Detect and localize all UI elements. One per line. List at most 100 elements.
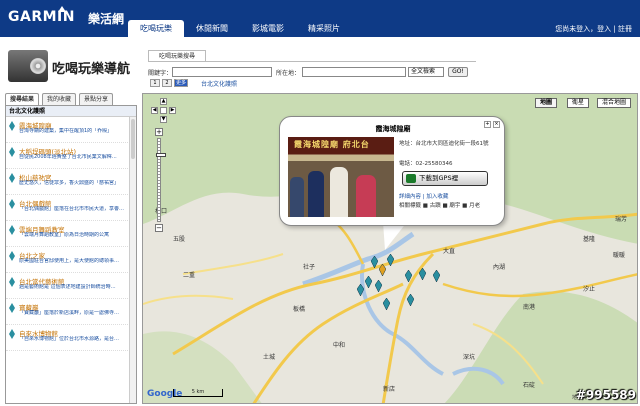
list-item[interactable]: 自來水博物館 「自來水博物館」位於台北市水源路，是台…	[6, 325, 136, 351]
map-marker-icon[interactable]	[365, 276, 372, 288]
map-label: 石碇	[523, 382, 536, 389]
map-pin-icon	[9, 199, 15, 209]
map-pin-icon	[9, 329, 15, 339]
disc-icon	[30, 58, 46, 74]
sidebar-scrollbar[interactable]	[129, 117, 136, 403]
maptype-hybrid-button[interactable]: 混合地圖	[597, 98, 632, 108]
nav-photos[interactable]: 精采照片	[296, 20, 352, 37]
map-marker-icon[interactable]	[371, 256, 378, 268]
map-marker-icon[interactable]	[357, 284, 364, 296]
list-item[interactable]: 台北當代藝術館 過是藝術館是 這個表述地建設計師統治時…	[6, 273, 136, 299]
item-desc: 原美國駐台官邸使用上，是大使館的總領事…	[19, 258, 120, 264]
login-link[interactable]: 您尚未登入，登入 | 註冊	[555, 24, 632, 34]
item-desc: 「寶藏巖」座落於新店溪畔，原是一處佛寺…	[19, 310, 120, 316]
list-item[interactable]: 雲端月舞蹈教室 「雲端月舞蹈教室」原為日治時期的公寓	[6, 221, 136, 247]
zoom-in-icon[interactable]: +	[155, 128, 163, 136]
highway	[252, 282, 404, 403]
pan-center-icon[interactable]	[160, 107, 167, 114]
map-marker-icon[interactable]	[407, 294, 414, 306]
item-desc: 「台北偶戲館」座落在台北市市民大道，享譽…	[19, 206, 124, 212]
culture-passport-link[interactable]: 台北文化護照	[201, 79, 237, 88]
item-desc: 歷史悠久，信徒眾多，香火鼎盛的「慈祐宮」	[19, 180, 120, 186]
keyword-label: 關鍵字：	[148, 70, 173, 77]
map-label: 中和	[333, 342, 346, 349]
results-sidebar: 台北文化護照 霞海城隍廟 台灣寺廟的建築，集中在醒頂1的「乔殿」 大稻埕碼頭(淡…	[5, 105, 137, 404]
zoom-btn-1[interactable]: 1	[150, 79, 160, 87]
detail-favorite-links[interactable]: 詳細內容 | 加入收藏	[399, 192, 448, 200]
pan-control: ▲ ◀ ▶ ▼	[151, 98, 177, 124]
person-shape	[330, 167, 348, 217]
list-item[interactable]: 大稻埕碼頭(淡北站) 自從民2008年經費整了台北市民業文解釋…	[6, 143, 136, 169]
map-marker-icon[interactable]	[387, 254, 394, 266]
map-label: 板橋	[293, 306, 306, 313]
nav-eat-drink-play[interactable]: 吃喝玩樂	[128, 20, 184, 37]
related-tags[interactable]: 相關標籤 ■ 古蹟 ■ 廟宇 ■ 月老	[399, 201, 503, 209]
download-label: 下載到GPS裡	[419, 174, 459, 182]
map-marker-icon[interactable]	[383, 298, 390, 310]
close-icon[interactable]: ×	[493, 121, 500, 128]
map-marker-icon[interactable]	[419, 268, 426, 280]
map-label: 瑞芳	[615, 216, 628, 223]
map-pin-icon	[9, 277, 15, 287]
tab-search-results[interactable]: 搜尋結果	[5, 93, 40, 105]
category-select[interactable]: 全文檢索	[408, 67, 444, 77]
map-label: 新店	[383, 386, 396, 393]
map-canvas[interactable]: 二重 五股 林口 社子 大直 內湖 南港 板橋 中和 新店 汐止 土城 深坑 石…	[142, 93, 638, 404]
result-zoom-controls: 1 2 更多	[150, 79, 188, 87]
infowindow-tail	[383, 222, 407, 250]
map-pin-icon	[9, 225, 15, 235]
map-marker-icon[interactable]	[375, 280, 382, 292]
scroll-thumb[interactable]	[131, 119, 135, 159]
map-label: 社子	[303, 264, 316, 271]
map-marker-icon[interactable]	[433, 270, 440, 282]
zoom-btn-more[interactable]: 更多	[174, 79, 188, 87]
person-shape	[308, 171, 324, 217]
item-desc: 「雲端月舞蹈教室」原為日治時期的公寓	[19, 232, 110, 238]
maptype-satellite-button[interactable]: 衛星	[567, 98, 590, 108]
road	[182, 253, 284, 275]
image-watermark: #995589	[575, 388, 636, 402]
zoom-out-icon[interactable]: −	[155, 224, 163, 232]
map-label: 深坑	[463, 354, 476, 361]
list-item[interactable]: 霞海城隍廟 台灣寺廟的建築，集中在醒頂1的「乔殿」	[6, 117, 136, 143]
road	[143, 294, 234, 305]
site-name: 樂活網	[88, 12, 125, 26]
main-nav: 吃喝玩樂 休閒新聞 影城電影 精采照片	[128, 20, 352, 37]
location-input[interactable]	[302, 67, 406, 77]
zoom-btn-2[interactable]: 2	[162, 79, 172, 87]
map-pin-icon	[9, 147, 15, 157]
map-pin-icon	[9, 303, 15, 313]
pan-left-icon[interactable]: ◀	[151, 107, 158, 114]
keyword-input[interactable]	[172, 67, 272, 77]
gps-device-icon	[406, 174, 416, 183]
pan-up-icon[interactable]: ▲	[160, 98, 167, 105]
scale-bar: 5 km	[173, 389, 223, 397]
pan-right-icon[interactable]: ▶	[169, 107, 176, 114]
map-label: 汐止	[583, 286, 596, 293]
map-marker-icon[interactable]	[405, 270, 412, 282]
map-label: 南港	[523, 304, 536, 311]
zoom-track[interactable]	[156, 138, 166, 222]
list-item[interactable]: 台北偶戲館 「台北偶戲館」座落在台北市市民大道，享譽…	[6, 195, 136, 221]
zoom-thumb[interactable]	[156, 153, 166, 157]
zoom-control: + −	[155, 128, 166, 232]
list-item[interactable]: 台北之家 原美國駐台官邸使用上，是大使館的總領事…	[6, 247, 136, 273]
maximize-icon[interactable]: +	[484, 121, 491, 128]
list-item[interactable]: 寶藏巖 「寶藏巖」座落於新店溪畔，原是一處佛寺…	[6, 299, 136, 325]
pan-down-icon[interactable]: ▼	[160, 116, 167, 123]
place-phone: 電話：02-25580346	[399, 161, 453, 167]
tab-my-favorites[interactable]: 我的收藏	[42, 93, 77, 105]
item-desc: 「自來水博物館」位於台北市水源路，是台…	[19, 336, 120, 342]
logo-triangle-icon	[58, 6, 66, 12]
go-button[interactable]: GO!	[448, 67, 468, 77]
map-label: 基隆	[583, 236, 596, 243]
nav-leisure-news[interactable]: 休閒新聞	[184, 20, 240, 37]
map-marker-icon[interactable]	[379, 264, 386, 276]
map-pin-icon	[9, 251, 15, 261]
maptype-map-button[interactable]: 地圖	[535, 98, 558, 108]
place-infowindow: 霞海城隍廟 + × 霞海城隍廟 府北台 地址：台北市大同區迪化街一段61號 電話…	[279, 116, 505, 226]
tab-spot-share[interactable]: 景點分享	[79, 93, 114, 105]
download-gps-button[interactable]: 下載到GPS裡	[402, 171, 488, 186]
nav-cinema[interactable]: 影城電影	[240, 20, 296, 37]
list-item[interactable]: 松山慈祐宮 歷史悠久，信徒眾多，香火鼎盛的「慈祐宮」	[6, 169, 136, 195]
